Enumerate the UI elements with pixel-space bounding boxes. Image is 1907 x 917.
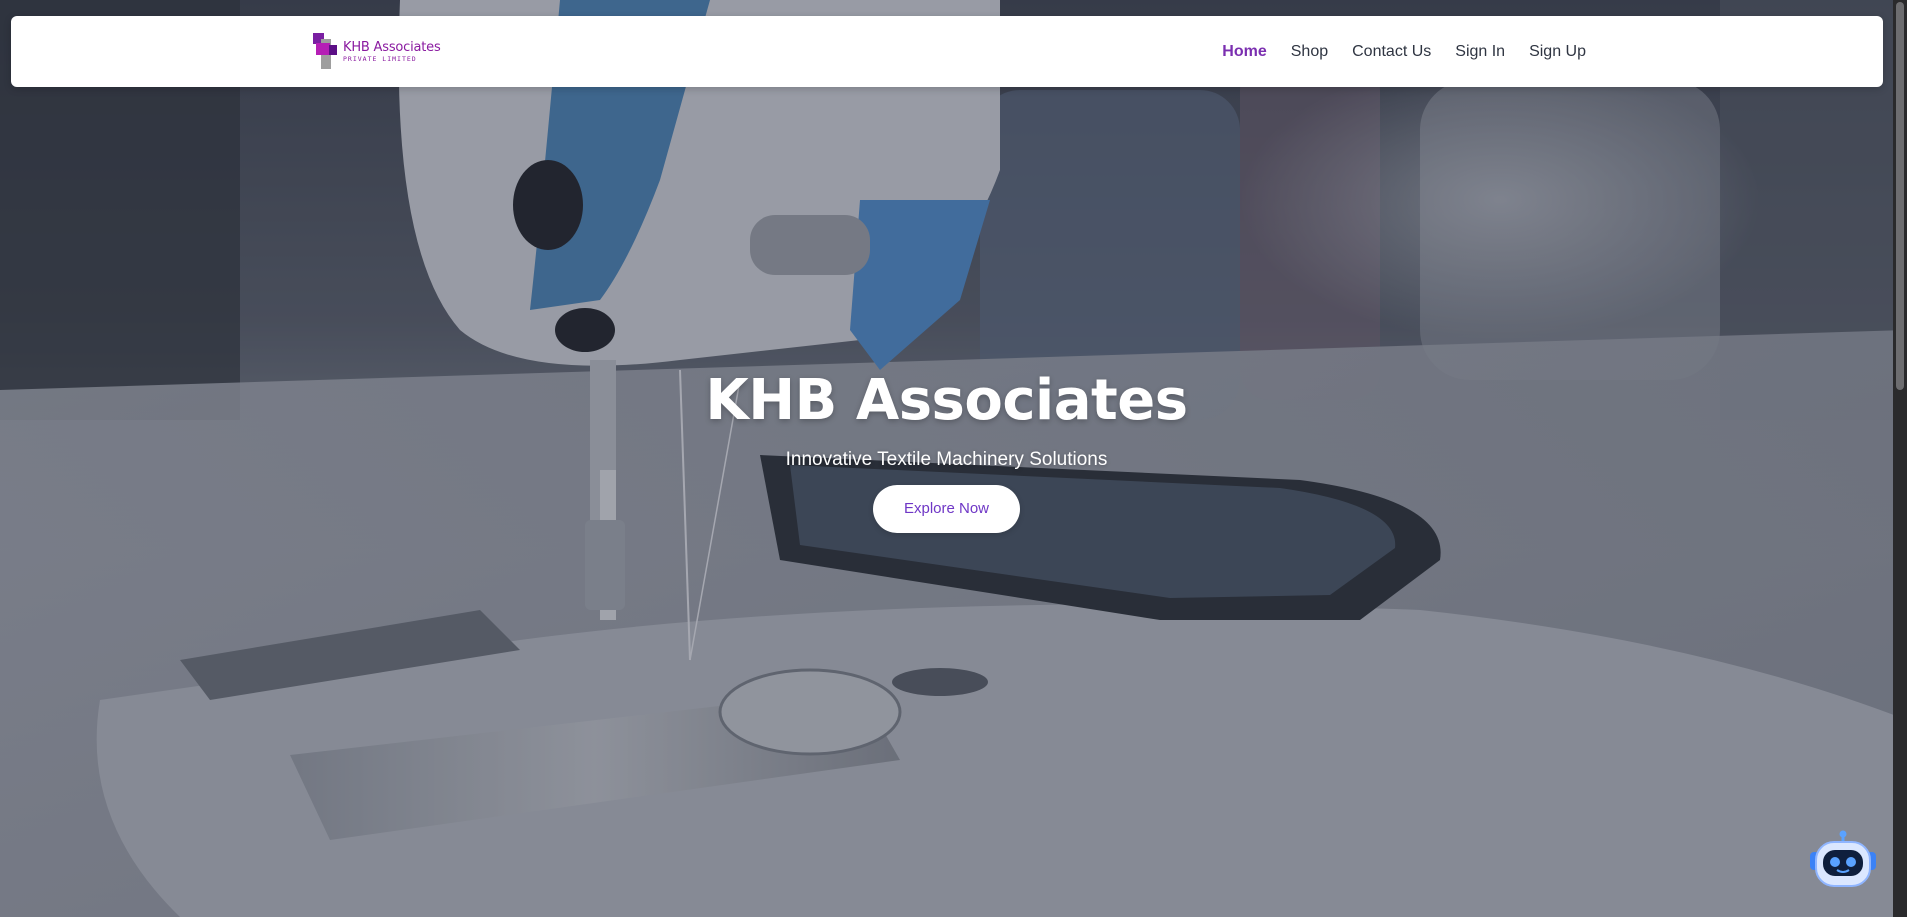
logo-text: KHB Associates PRIVATE LIMITED: [343, 41, 441, 63]
hero-subtitle: Innovative Textile Machinery Solutions: [785, 448, 1108, 470]
robot-icon: [1810, 830, 1876, 887]
scrollbar-thumb[interactable]: [1896, 2, 1904, 390]
nav-link-contact-us[interactable]: Contact Us: [1352, 43, 1431, 61]
chatbot-button[interactable]: [1808, 830, 1878, 894]
hero-section: KHB Associates Innovative Textile Machin…: [0, 368, 1893, 533]
nav-link-sign-in[interactable]: Sign In: [1455, 43, 1505, 61]
nav-link-sign-up[interactable]: Sign Up: [1529, 43, 1586, 61]
hero-title: KHB Associates: [705, 368, 1188, 433]
nav-links: Home Shop Contact Us Sign In Sign Up: [1222, 16, 1586, 87]
brand-logo[interactable]: KHB Associates PRIVATE LIMITED: [313, 33, 443, 71]
navbar: KHB Associates PRIVATE LIMITED Home Shop…: [11, 16, 1883, 87]
explore-now-button[interactable]: Explore Now: [872, 484, 1021, 533]
scrollbar-track[interactable]: [1893, 0, 1907, 917]
logo-title: KHB Associates: [343, 40, 441, 56]
logo-subtitle: PRIVATE LIMITED: [343, 55, 417, 64]
page: KHB Associates PRIVATE LIMITED Home Shop…: [0, 0, 1907, 917]
logo-mark-icon: [313, 33, 339, 71]
nav-link-home[interactable]: Home: [1222, 43, 1266, 61]
nav-link-shop[interactable]: Shop: [1291, 43, 1328, 61]
